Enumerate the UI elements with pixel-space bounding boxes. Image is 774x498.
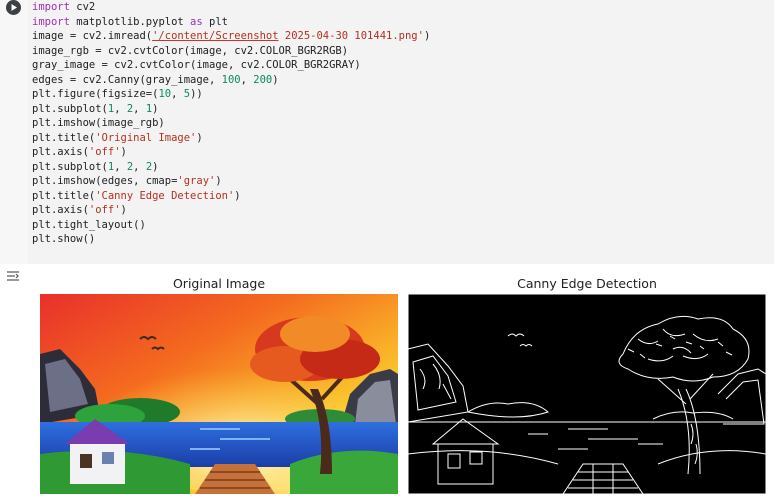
code-token: image = cv2.imread( [32,30,153,42]
code-line: plt.figure(figsize=(10, 5)) [28,87,774,102]
code-token: '/content/Screenshot [152,30,279,42]
code-token: matplotlib.pyplot [69,15,191,28]
cell-output: Original Image Canny Edge Detection [0,264,774,498]
code-token: cv2 [69,1,96,13]
run-cell-button[interactable] [6,0,21,15]
code-line: plt.imshow(edges, cmap='gray') [28,174,774,189]
code-token: ) [196,131,203,144]
code-token: 10 [158,88,172,100]
code-token: ) [272,73,279,86]
code-line: plt.show() [28,232,774,247]
code-token: plt.title( [32,131,96,144]
code-line: plt.axis('off') [28,203,774,218]
code-line: image = cv2.imread('/content/Screenshot … [28,29,774,44]
original-image [40,294,398,494]
code-token: , [133,160,146,173]
code-token: ) [152,160,159,173]
code-token: plt.figure(figsize=( [32,88,159,100]
code-line: image_rgb = cv2.cvtColor(image, cv2.COLO… [28,44,774,59]
code-token: edges = cv2.Canny(gray_image, [32,73,222,86]
code-token: 'gray' [177,175,216,187]
code-line: plt.subplot(1, 2, 2) [28,160,774,175]
code-token: plt.subplot( [32,102,108,115]
code-line: plt.title('Canny Edge Detection') [28,189,774,204]
code-token: plt.axis( [32,146,89,158]
code-token: 'Original Image' [95,131,197,144]
code-line: plt.tight_layout() [28,218,774,233]
code-token: plt.imshow(image_rgb) [32,117,165,129]
code-token: plt.subplot( [32,160,108,173]
code-token: , [114,160,127,173]
code-token: , [171,88,184,100]
code-token: plt.show() [32,233,96,245]
code-token: )) [190,88,203,100]
code-line: plt.axis('off') [28,145,774,160]
play-icon [11,4,17,11]
plot-title-original: Original Image [172,276,266,291]
code-token: 2025-04-30 101441.png' [278,30,424,42]
code-token: plt [202,15,228,28]
code-token: ) [120,146,127,158]
code-token: 'off' [88,146,121,158]
plot-title-canny: Canny Edge Detection [517,276,657,291]
code-token: , [240,73,254,86]
code-token: 200 [253,73,273,86]
code-token: 100 [221,73,241,86]
code-editor[interactable]: import cv2 import matplotlib.pyplot as pl… [28,0,774,264]
code-token: ) [234,189,241,202]
code-token: plt.tight_layout() [32,218,146,231]
output-settings-icon[interactable] [5,268,21,284]
code-line: import matplotlib.pyplot as plt [28,15,774,30]
code-line: plt.title('Original Image') [28,131,774,146]
code-token: gray_image = cv2.cvtColor(image, cv2.COL… [32,59,361,71]
code-token: as [190,15,203,28]
code-token: plt.axis( [32,204,89,216]
code-line: import cv2 [28,0,774,15]
code-token: import [32,1,70,13]
code-token: ) [152,102,159,115]
code-token: 'Canny Edge Detection' [95,189,235,202]
code-token: image_rgb = cv2.cvtColor(image, cv2.COLO… [32,44,349,57]
code-token: , [133,102,146,115]
code-token: , [114,102,127,115]
code-line: plt.imshow(image_rgb) [28,116,774,131]
code-token: import [32,15,70,28]
code-token: plt.title( [32,189,96,202]
canny-edge-image [408,294,766,494]
code-line: gray_image = cv2.cvtColor(image, cv2.COL… [28,58,774,73]
code-token: 'off' [88,204,121,216]
code-token: ) [215,175,222,187]
code-token: plt.imshow(edges, cmap= [32,175,178,187]
code-line: edges = cv2.Canny(gray_image, 100, 200) [28,73,774,88]
code-token: ) [120,204,127,216]
code-cell[interactable]: import cv2 import matplotlib.pyplot as pl… [0,0,774,264]
code-line: plt.subplot(1, 2, 1) [28,102,774,117]
code-token: ) [423,30,431,42]
